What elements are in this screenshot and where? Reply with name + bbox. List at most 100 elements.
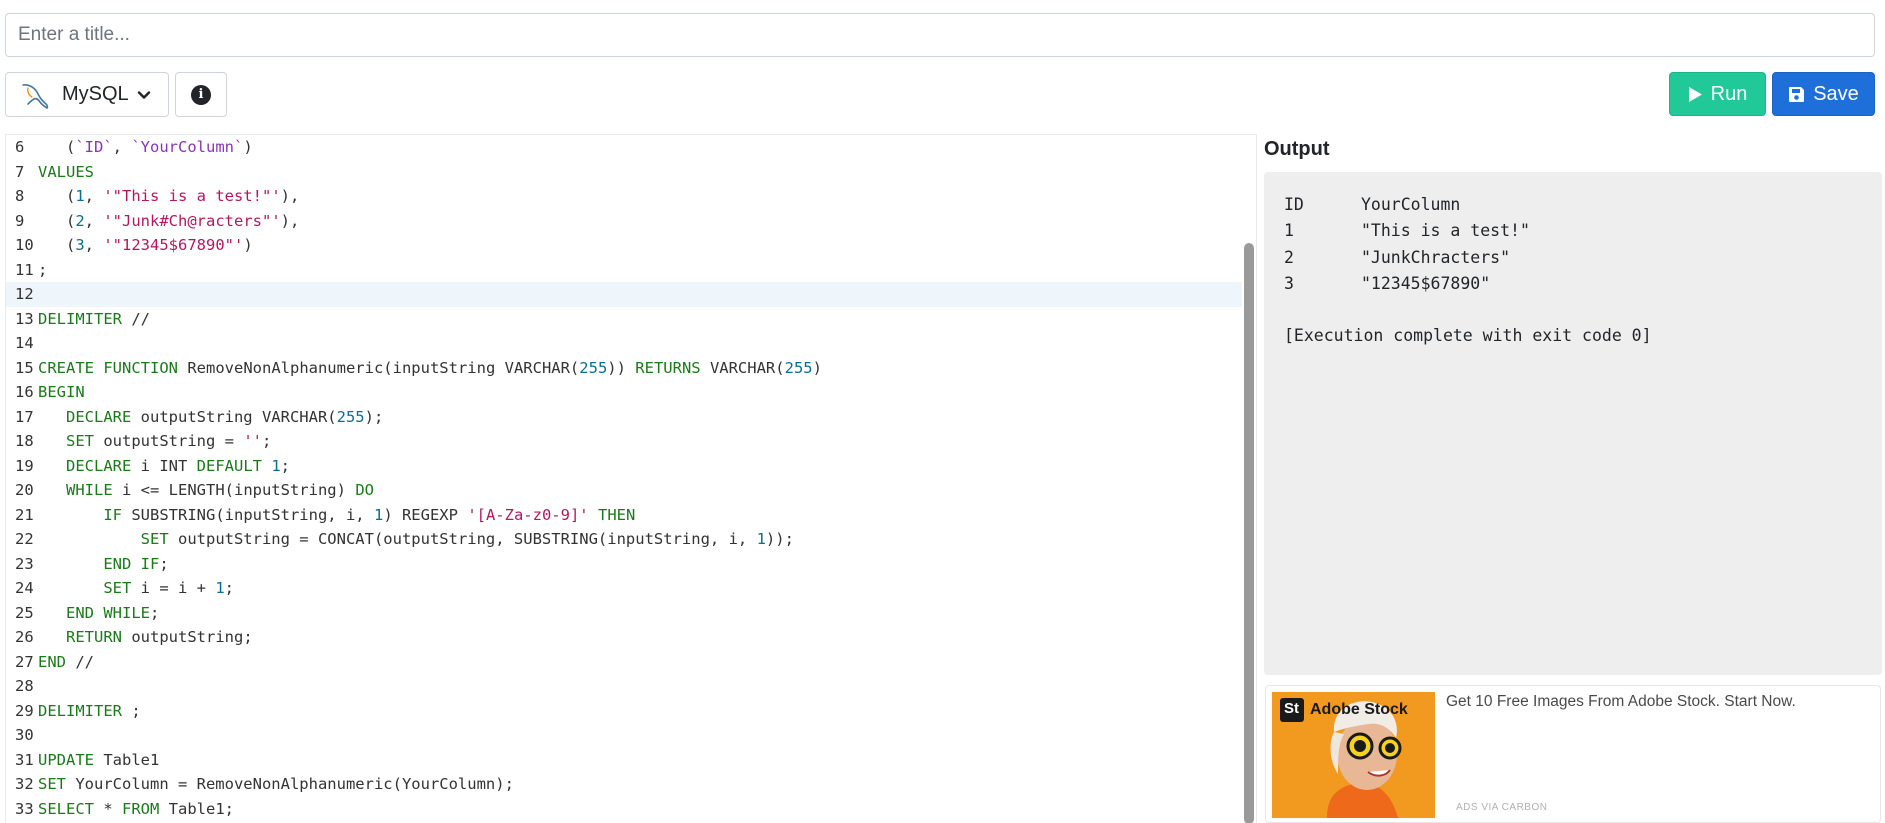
output-panel: ID YourColumn 1 "This is a test!" 2 "Jun…: [1264, 172, 1882, 675]
output-header-id: ID: [1284, 195, 1304, 214]
code-line[interactable]: 12: [6, 282, 1242, 307]
code-line[interactable]: 11;: [6, 258, 1242, 283]
code-token: FROM: [122, 799, 160, 818]
code-token: CREATE: [38, 358, 94, 377]
code-token: 1: [756, 530, 766, 548]
code-token: `ID`: [75, 138, 113, 156]
code-token: DECLARE: [66, 456, 132, 475]
code-line[interactable]: 30: [6, 723, 1242, 748]
line-number: 29: [15, 701, 34, 720]
code-token: 1: [75, 187, 85, 205]
line-number: 27: [15, 652, 34, 671]
chevron-down-icon: [137, 90, 150, 99]
code-token: ;: [150, 603, 160, 622]
code-text: RETURN outputString;: [38, 625, 253, 650]
code-line[interactable]: 32 SET YourColumn = RemoveNonAlphanumeric…: [6, 772, 1242, 797]
code-token: RETURN: [66, 628, 122, 646]
info-icon: i: [191, 84, 211, 105]
code-editor[interactable]: 6 (`ID`, `YourColumn`) 7 VALUES 8 (1, '"Thi…: [5, 134, 1257, 823]
code-text: DELIMITER ;: [38, 699, 141, 724]
code-token: ): [812, 358, 822, 377]
ad-image[interactable]: St Adobe Stock: [1272, 692, 1435, 818]
code-token: SET: [140, 530, 169, 548]
output-cell-value: "12345$67890": [1361, 273, 1491, 293]
code-token: outputString =: [94, 432, 244, 450]
title-input[interactable]: [5, 13, 1875, 57]
line-number: 16: [15, 383, 34, 401]
line-number: 10: [15, 236, 34, 254]
info-button[interactable]: i: [175, 72, 227, 117]
code-token: 255: [579, 358, 608, 377]
line-number: 8: [15, 187, 25, 205]
code-text: CREATE FUNCTION RemoveNonAlphanumeric(in…: [38, 356, 822, 381]
code-line[interactable]: 27 END //: [6, 650, 1242, 675]
code-line[interactable]: 24 SET i = i + 1;: [6, 576, 1242, 601]
code-text: END WHILE;: [38, 601, 159, 626]
line-number: 18: [15, 432, 34, 450]
code-line[interactable]: 29 DELIMITER ;: [6, 699, 1242, 724]
code-token: ),: [280, 211, 300, 230]
code-text: SET i = i + 1;: [38, 576, 234, 601]
code-token: DECLARE: [66, 407, 132, 426]
code-line[interactable]: 14: [6, 331, 1242, 356]
code-line[interactable]: 15 CREATE FUNCTION RemoveNonAlphanumeric(…: [6, 356, 1242, 381]
code-token: DO: [355, 481, 374, 499]
code-text: WHILE i <= LENGTH(inputString) DO: [38, 478, 374, 503]
editor-scrollbar[interactable]: [1244, 243, 1254, 823]
code-line[interactable]: 19 DECLARE i INT DEFAULT 1;: [6, 454, 1242, 479]
output-title: Output: [1264, 138, 1330, 160]
code-line[interactable]: 17 DECLARE outputString VARCHAR(255);: [6, 405, 1242, 430]
ad-via-link[interactable]: ADS VIA CARBON: [1456, 802, 1547, 813]
code-line[interactable]: 33 SELECT * FROM Table1;: [6, 797, 1242, 822]
play-icon: [1688, 86, 1702, 102]
code-line[interactable]: 26 RETURN outputString;: [6, 625, 1242, 650]
code-token: '': [243, 432, 262, 450]
run-label: Run: [1710, 82, 1748, 105]
code-token: 3: [75, 236, 85, 254]
code-line[interactable]: 23 END IF;: [6, 552, 1242, 577]
code-line[interactable]: 25 END WHILE;: [6, 601, 1242, 626]
code-token: ),: [280, 187, 300, 205]
code-line[interactable]: 21 IF SUBSTRING(inputString, i, 1) REGEX…: [6, 503, 1242, 528]
code-line[interactable]: 7 VALUES: [6, 160, 1242, 185]
code-token: SET: [38, 775, 66, 793]
line-number: 15: [15, 358, 34, 377]
output-row: 1 "This is a test!": [1284, 218, 1882, 244]
code-token: (: [38, 138, 76, 156]
code-line[interactable]: 31 UPDATE Table1: [6, 748, 1242, 773]
code-line[interactable]: 22 SET outputString = CONCAT(outputStrin…: [6, 527, 1242, 552]
code-token: SUBSTRING(inputString, i,: [122, 505, 374, 524]
code-token: i = i +: [131, 579, 216, 597]
code-token: '"12345$67890"': [103, 236, 244, 254]
ad-text[interactable]: Get 10 Free Images From Adobe Stock. Sta…: [1446, 693, 1796, 711]
run-button[interactable]: Run: [1669, 72, 1766, 116]
output-row: 2 "JunkChracters": [1284, 245, 1882, 271]
code-line[interactable]: 16 BEGIN: [6, 380, 1242, 405]
code-text: DECLARE i INT DEFAULT 1;: [38, 454, 290, 479]
code-line[interactable]: 6 (`ID`, `YourColumn`): [6, 135, 1242, 160]
code-line[interactable]: 13 DELIMITER //: [6, 307, 1242, 332]
code-line[interactable]: 9 (2, '"Junk#Ch@racters"'),: [6, 209, 1242, 234]
code-line[interactable]: 8 (1, '"This is a test!"'),: [6, 184, 1242, 209]
language-selector[interactable]: MySQL: [5, 72, 169, 117]
code-token: outputString VARCHAR(: [131, 407, 337, 426]
code-line[interactable]: 10 (3, '"12345$67890"'): [6, 233, 1242, 258]
code-line[interactable]: 18 SET outputString = '';: [6, 429, 1242, 454]
code-text: ;: [38, 258, 47, 283]
code-line[interactable]: 28: [6, 674, 1242, 699]
line-number: 21: [15, 505, 34, 524]
code-token: VALUES: [38, 162, 94, 181]
code-token: ));: [765, 530, 794, 548]
line-number: 19: [15, 456, 34, 475]
ad-brand-badge: St: [1284, 700, 1299, 717]
save-button[interactable]: Save: [1772, 72, 1875, 116]
code-token: 255: [336, 407, 365, 426]
mysql-dolphin-icon: [22, 83, 49, 109]
carbon-ad[interactable]: St Adobe Stock Get 10 Free Images From A…: [1265, 685, 1881, 823]
code-token: IF: [103, 505, 122, 524]
code-line[interactable]: 20 WHILE i <= LENGTH(inputString) DO: [6, 478, 1242, 503]
